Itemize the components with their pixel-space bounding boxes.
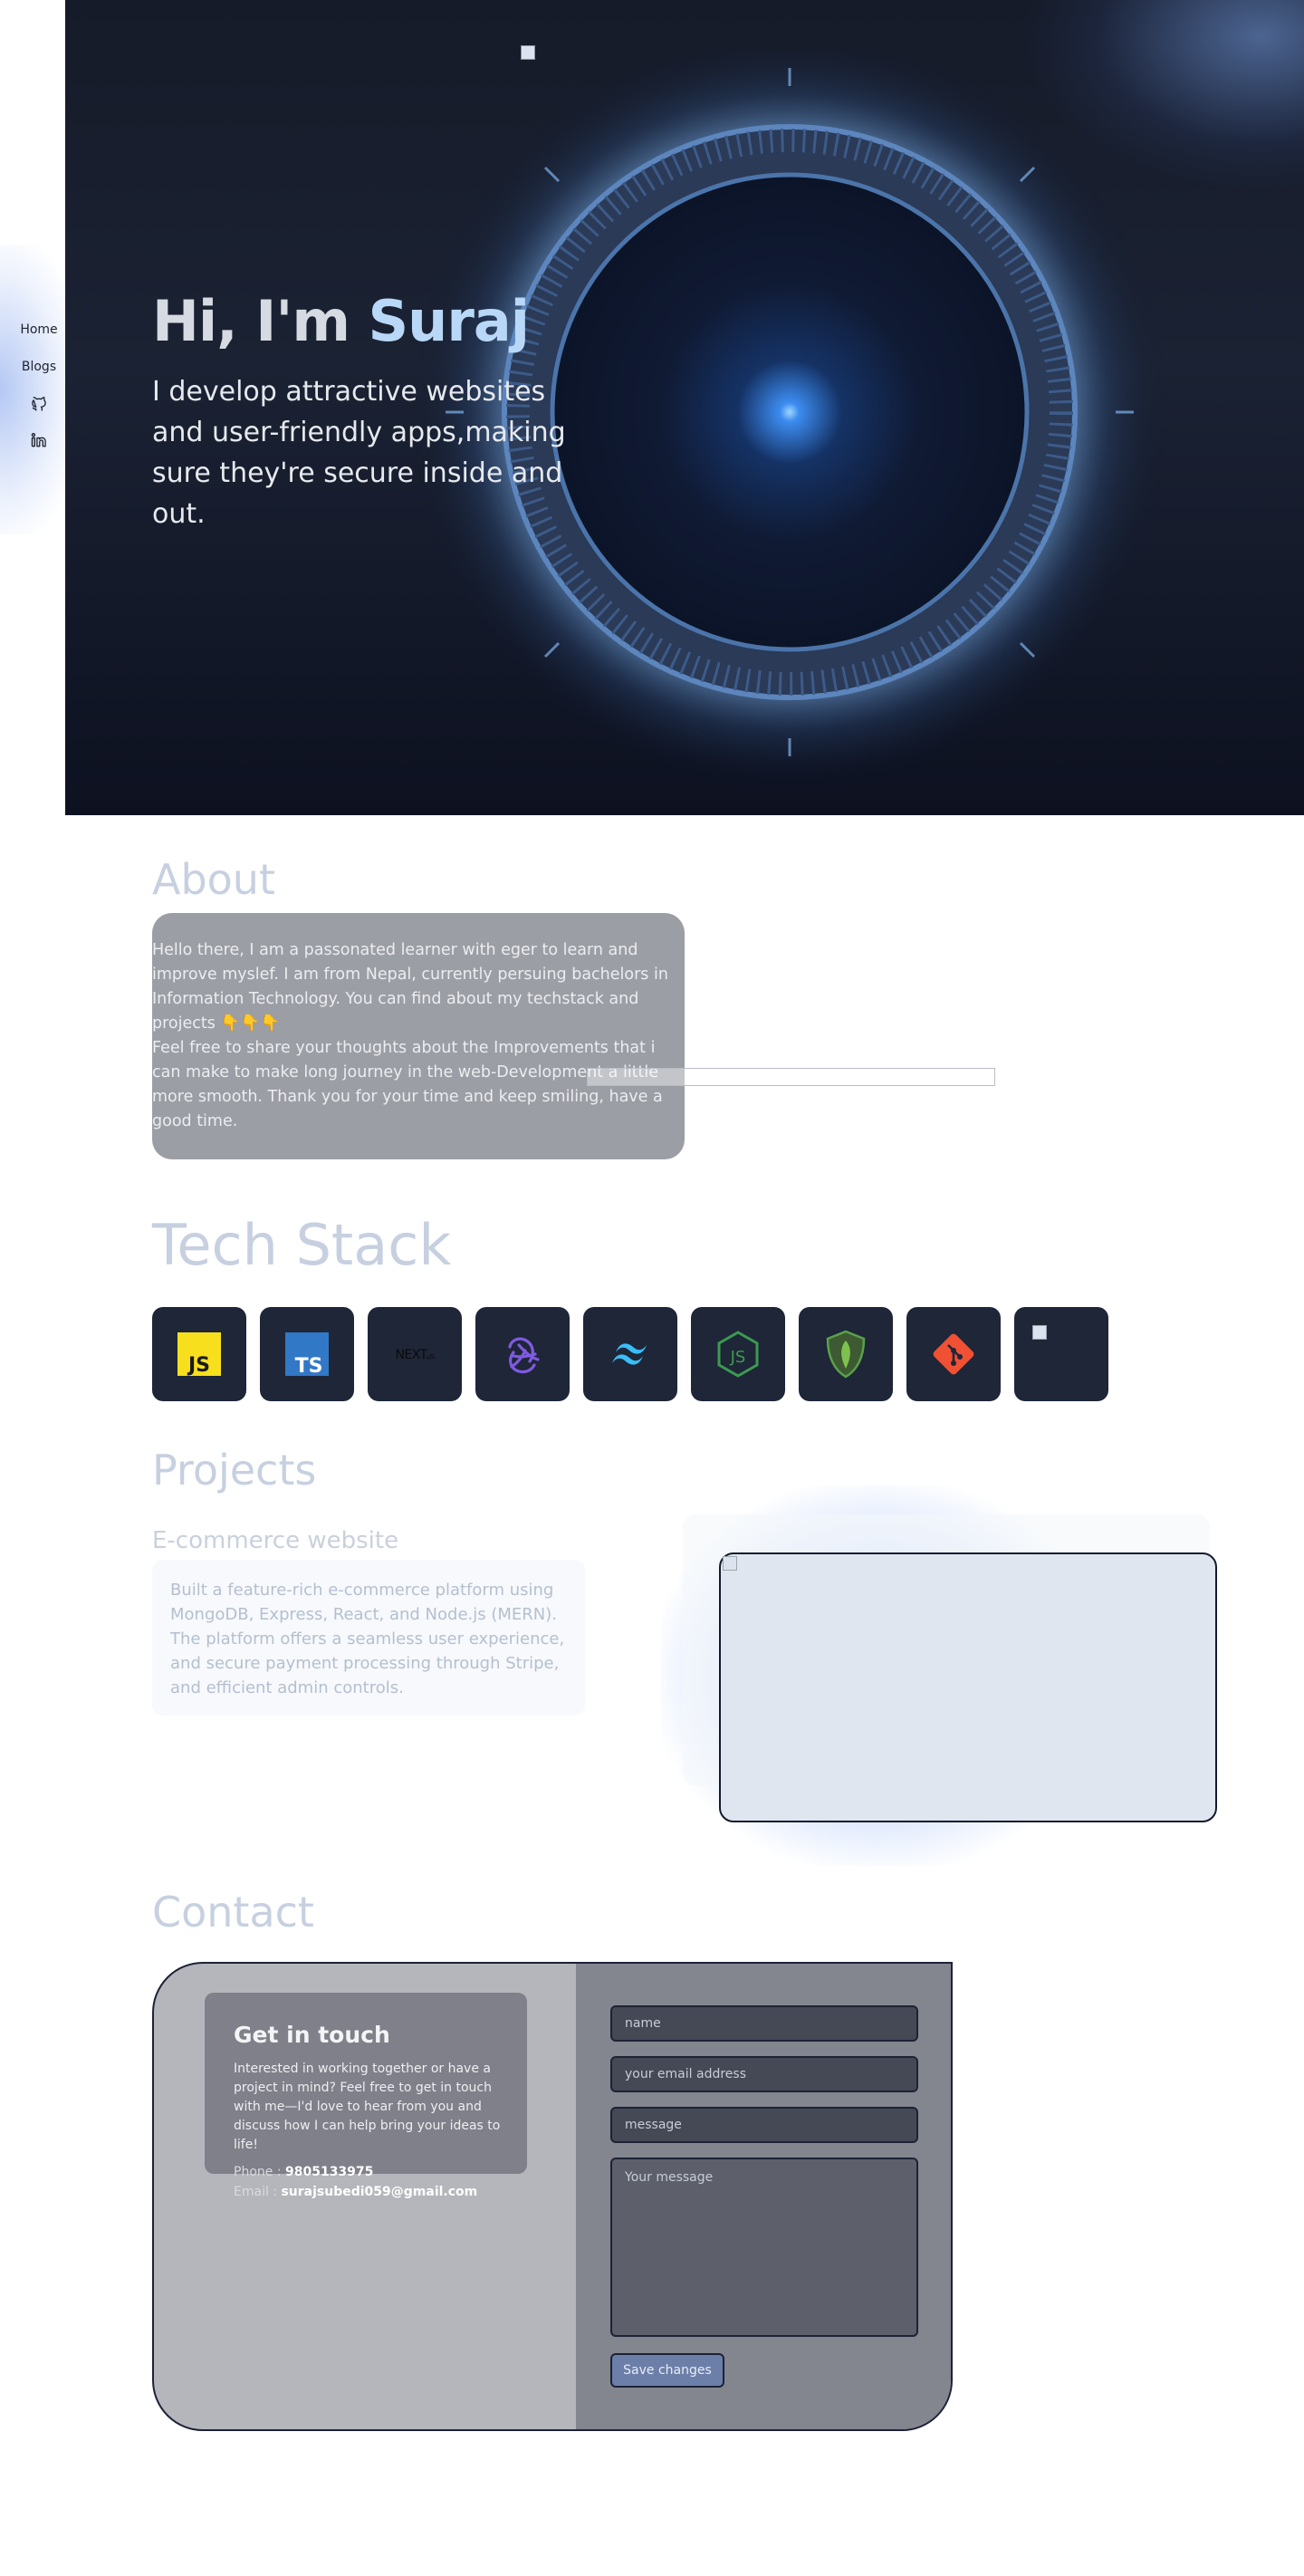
tech-express bbox=[1014, 1307, 1108, 1401]
email-value[interactable]: surajsubedi059@gmail.com bbox=[281, 2185, 477, 2199]
about-broken-image bbox=[587, 1068, 995, 1086]
nodejs-icon: JS bbox=[717, 1331, 759, 1378]
message-textarea[interactable] bbox=[610, 2158, 918, 2337]
project-preview-image[interactable] bbox=[719, 1552, 1217, 1822]
tech-typescript: TS bbox=[260, 1307, 354, 1401]
mongodb-icon bbox=[826, 1330, 866, 1379]
techstack-title: Tech Stack bbox=[152, 1212, 452, 1278]
about-card: Hello there, I am a passonated learner w… bbox=[152, 913, 685, 1159]
svg-text:NEXT.JS: NEXT.JS bbox=[395, 1348, 435, 1362]
projects-title: Projects bbox=[152, 1446, 317, 1495]
get-in-touch-text: Interested in working together or have a… bbox=[234, 2062, 501, 2152]
tailwind-icon bbox=[612, 1343, 647, 1365]
about-title: About bbox=[152, 855, 276, 904]
project-description: Built a feature-rich e-commerce platform… bbox=[170, 1581, 565, 1697]
subject-input[interactable] bbox=[610, 2107, 918, 2143]
project-name: E-commerce website bbox=[152, 1527, 399, 1554]
hero-name: Suraj bbox=[368, 288, 530, 354]
email-label: Email : bbox=[234, 2185, 282, 2199]
contact-title: Contact bbox=[152, 1888, 314, 1937]
redux-icon bbox=[508, 1337, 540, 1374]
save-changes-button[interactable]: Save changes bbox=[610, 2353, 724, 2388]
tech-redux bbox=[475, 1307, 570, 1401]
nextjs-icon: NEXT.JS bbox=[395, 1348, 436, 1362]
git-icon bbox=[933, 1333, 974, 1375]
contact-card: Get in touch Interested in working toget… bbox=[152, 1962, 953, 2431]
about-paragraph-1: Hello there, I am a passonated learner w… bbox=[152, 941, 668, 1033]
phone-label: Phone : bbox=[234, 2165, 285, 2179]
hero-broken-image bbox=[521, 45, 535, 60]
tech-nodejs: JS bbox=[691, 1307, 785, 1401]
tech-mongodb bbox=[799, 1307, 893, 1401]
name-input[interactable] bbox=[610, 2005, 918, 2042]
github-icon[interactable] bbox=[30, 395, 48, 413]
svg-text:JS: JS bbox=[187, 1354, 210, 1377]
hero-greeting: Hi, I'm bbox=[152, 288, 369, 354]
svg-text:TS: TS bbox=[295, 1355, 323, 1378]
email-input[interactable] bbox=[610, 2056, 918, 2092]
tech-javascript: JS bbox=[152, 1307, 246, 1401]
javascript-icon: JS bbox=[177, 1332, 221, 1377]
tech-git bbox=[906, 1307, 1001, 1401]
hero-subtitle: I develop attractive websites and user-f… bbox=[152, 376, 566, 530]
tech-nextjs: NEXT.JS bbox=[368, 1307, 462, 1401]
phone-value: 9805133975 bbox=[284, 2165, 374, 2179]
contact-email: Email : surajsubedi059@gmail.com bbox=[234, 2185, 477, 2199]
express-broken-image bbox=[1032, 1325, 1047, 1340]
project-broken-image bbox=[723, 1556, 737, 1571]
hero-section: Hi, I'm Suraj I develop attractive websi… bbox=[65, 0, 1304, 815]
contact-phone: Phone : 9805133975 bbox=[234, 2165, 373, 2179]
linkedin-icon[interactable] bbox=[30, 431, 48, 449]
typescript-icon: TS bbox=[285, 1332, 329, 1378]
svg-text:JS: JS bbox=[730, 1348, 746, 1367]
tech-tailwind bbox=[583, 1307, 677, 1401]
hero-heading: Hi, I'm Suraj bbox=[152, 288, 530, 354]
get-in-touch-heading: Get in touch bbox=[234, 2022, 390, 2048]
